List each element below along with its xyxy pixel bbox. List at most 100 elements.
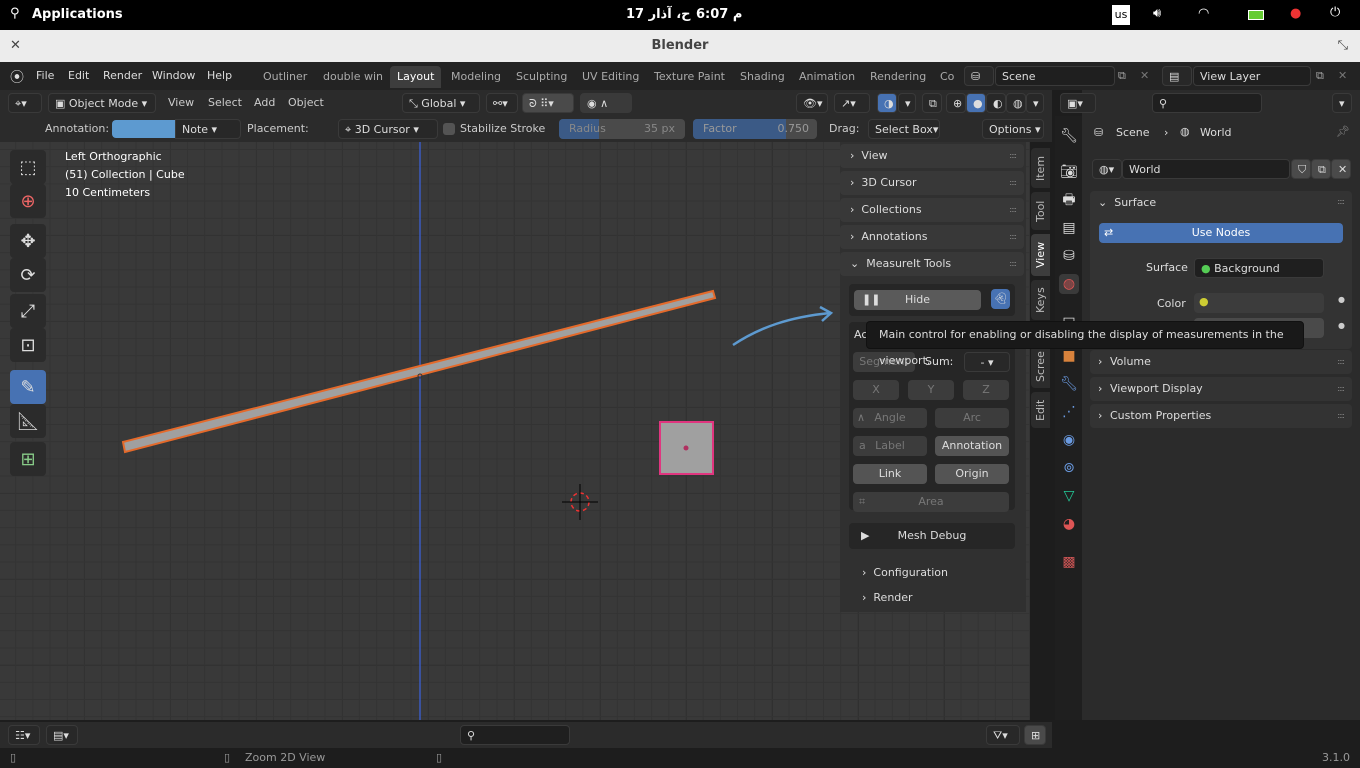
shading-dropdown-icon[interactable]: ▾ (1026, 93, 1044, 113)
scale-tool[interactable]: ⤢ (10, 294, 46, 328)
breadcrumb-scene[interactable]: Scene (1116, 126, 1150, 139)
panel-custom-properties[interactable]: › Custom Properties:::: (1090, 404, 1352, 428)
outliner-editor-type-icon[interactable]: ☷▾ (8, 725, 40, 745)
link-button[interactable]: Link (853, 464, 927, 484)
transform-orientation-selector[interactable]: ⤡ Global ▾ (402, 93, 480, 113)
pivot-point-icon[interactable]: ⚯▾ (486, 93, 518, 113)
breadcrumb-world[interactable]: World (1200, 126, 1232, 139)
y-button[interactable]: Y (908, 380, 954, 400)
pin-icon[interactable]: 📌︎ (1336, 125, 1350, 138)
material-shading-icon[interactable]: ◐ (986, 93, 1006, 113)
new-view-layer-icon[interactable]: ⧉ (1316, 69, 1324, 83)
material-properties-icon[interactable]: ◕ (1059, 514, 1079, 534)
world-properties-icon[interactable]: ◍ (1059, 274, 1079, 294)
panel-measureit[interactable]: ⌄ MeasureIt Tools:::: (840, 252, 1024, 276)
unlink-world-icon[interactable]: ✕ (1331, 159, 1351, 179)
mesh-debug-panel[interactable]: ▶ Mesh Debug (849, 523, 1015, 549)
tab-compositing[interactable]: Co (933, 66, 961, 88)
label-button[interactable]: a Label (853, 436, 927, 456)
tab-rendering[interactable]: Rendering (863, 66, 933, 88)
menu-select[interactable]: Select (208, 96, 242, 109)
filter-icon[interactable]: ⛛▾ (986, 725, 1020, 745)
date[interactable]: ح، آذار 17 (626, 7, 691, 22)
new-collection-icon[interactable]: ⊞ (1024, 725, 1046, 745)
rendered-shading-icon[interactable]: ◍ (1006, 93, 1026, 113)
area-button[interactable]: ⌗ Area (853, 492, 1009, 512)
menu-render[interactable]: Render (103, 69, 142, 82)
scene-browse-icon[interactable]: ⛁ (964, 66, 994, 86)
x-button[interactable]: X (853, 380, 899, 400)
placement-selector[interactable]: ⌖ 3D Cursor ▾ (338, 119, 438, 139)
tab-modeling[interactable]: Modeling (444, 66, 508, 88)
data-properties-icon[interactable]: ▽ (1059, 486, 1079, 506)
measure-tool[interactable]: 📐︎ (10, 404, 46, 438)
hide-button[interactable]: ❚❚ Hide (854, 290, 981, 310)
texture-properties-icon[interactable]: ▩ (1059, 552, 1079, 572)
notification-icon[interactable]: ● (1290, 6, 1301, 21)
solid-shading-icon[interactable]: ● (966, 93, 986, 113)
annotate-tool[interactable]: ✎ (10, 370, 46, 404)
fake-user-icon[interactable]: ⛉ (1291, 159, 1311, 179)
xray-icon[interactable]: ⧉ (922, 93, 942, 113)
select-box-tool[interactable]: ⬚ (10, 150, 46, 184)
tab-tool[interactable]: Tool (1031, 192, 1050, 230)
menu-add[interactable]: Add (254, 96, 275, 109)
move-tool[interactable]: ✥ (10, 224, 46, 258)
tab-screencast[interactable]: Scree (1031, 346, 1050, 388)
view-layer-browse-icon[interactable]: ▤ (1162, 66, 1192, 86)
z-button[interactable]: Z (963, 380, 1009, 400)
proportional-editing-icon[interactable]: ◉ ∧ (580, 93, 632, 113)
surface-shader-selector[interactable]: ● Background (1194, 258, 1324, 278)
world-name-field[interactable]: World (1122, 159, 1290, 179)
render-panel[interactable]: › Render (862, 591, 913, 604)
properties-search-input[interactable]: ⚲ (1152, 93, 1262, 113)
physics-properties-icon[interactable]: ◉ (1059, 430, 1079, 450)
annotation-layer-selector[interactable]: Note ▾ (175, 119, 241, 139)
volume-icon[interactable]: 🔊︎ (1153, 6, 1161, 21)
surface-panel-header[interactable]: ⌄ Surface (1098, 196, 1156, 209)
rotate-tool[interactable]: ⟳ (10, 258, 46, 292)
view-layer-properties-icon[interactable]: ▤ (1059, 218, 1079, 238)
color-keyframe-dot[interactable]: ● (1338, 295, 1345, 304)
modifier-properties-icon[interactable]: 🔧︎ (1059, 374, 1079, 394)
use-nodes-button[interactable]: ⇄ Use Nodes (1099, 223, 1343, 243)
tab-sculpting[interactable]: Sculpting (509, 66, 574, 88)
arc-button[interactable]: Arc (935, 408, 1009, 428)
restore-icon[interactable]: ⤡ (1338, 30, 1348, 62)
new-scene-icon[interactable]: ⧉ (1118, 69, 1126, 83)
blender-logo-icon[interactable]: ⦿ (10, 67, 24, 87)
tab-edit[interactable]: Edit (1031, 392, 1050, 428)
visibility-icon[interactable]: 👁▾ (796, 93, 828, 113)
stabilize-stroke-checkbox[interactable] (443, 123, 455, 135)
tab-view[interactable]: View (1031, 234, 1050, 276)
tab-item[interactable]: Item (1031, 148, 1050, 188)
menu-edit[interactable]: Edit (68, 69, 89, 82)
color-field[interactable]: ● (1194, 293, 1324, 313)
menu-window[interactable]: Window (152, 69, 195, 82)
tool-properties-icon[interactable]: 🔧︎ (1059, 126, 1079, 146)
panel-3d-cursor[interactable]: › 3D Cursor:::: (840, 171, 1024, 195)
mode-selector[interactable]: ▣ Object Mode ▾ (48, 93, 156, 113)
origin-button[interactable]: Origin (935, 464, 1009, 484)
tab-animation[interactable]: Animation (792, 66, 862, 88)
add-cube-tool[interactable]: ⊞ (10, 442, 46, 476)
tab-double-win[interactable]: double win (316, 66, 390, 88)
object-properties-icon[interactable]: ■ (1059, 346, 1079, 366)
ghost-icon[interactable]: 👻︎ (991, 289, 1010, 309)
snap-icon[interactable]: ᘐ ⠿▾ (522, 93, 574, 113)
strength-keyframe-dot[interactable]: ● (1338, 321, 1345, 330)
battery-icon[interactable] (1248, 10, 1264, 20)
render-properties-icon[interactable]: 📷︎ (1059, 162, 1079, 182)
tab-uv-editing[interactable]: UV Editing (575, 66, 646, 88)
keyboard-layout-indicator[interactable]: us (1112, 5, 1130, 25)
panel-collections[interactable]: › Collections:::: (840, 198, 1024, 222)
angle-button[interactable]: ∧ Angle (853, 408, 927, 428)
scene-properties-icon[interactable]: ⛁ (1059, 246, 1079, 266)
menu-object[interactable]: Object (288, 96, 324, 109)
transform-tool[interactable]: ⊡ (10, 328, 46, 362)
tab-layout[interactable]: Layout (390, 66, 442, 88)
constraints-properties-icon[interactable]: ⊚ (1059, 458, 1079, 478)
menu-help[interactable]: Help (207, 69, 232, 82)
delete-view-layer-icon[interactable]: ✕ (1338, 69, 1347, 82)
wifi-icon[interactable]: ◠ (1198, 6, 1209, 21)
